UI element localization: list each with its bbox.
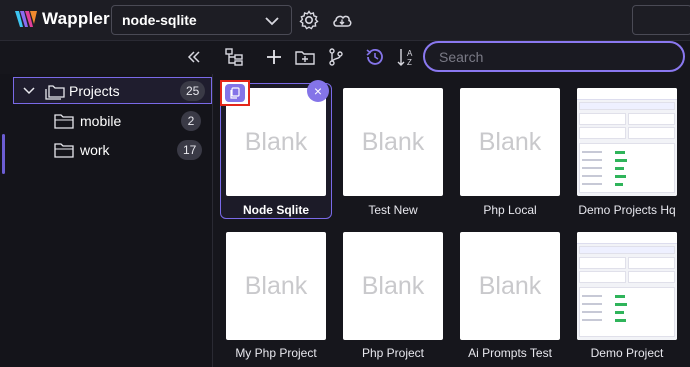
app-logo: Wappler [14,8,110,30]
tree-view-icon[interactable] [223,46,245,68]
search-input[interactable] [439,49,669,65]
preview-row [582,295,602,297]
folder-icon [54,114,74,129]
tree-item-label: Projects [69,83,120,99]
search-box[interactable] [423,41,685,72]
dashboard-preview [577,88,677,196]
project-thumbnail: Blank [460,88,560,196]
sort-az-icon[interactable]: A Z [396,46,418,68]
project-card[interactable]: Blank Php Project [343,232,455,364]
project-thumbnail [577,232,677,340]
preview-header [577,232,677,244]
preview-progress [615,175,626,178]
blank-thumbnail-label: Blank [478,127,542,156]
preview-row [582,319,602,321]
preview-progress [615,295,625,298]
preview-banner [579,246,675,254]
project-name: Demo Projects Hq [578,203,676,217]
preview-progress [615,303,627,306]
duplicate-project-button[interactable] [220,80,250,106]
preview-row [582,311,602,313]
copy-icon [225,84,245,102]
preview-banner [579,102,675,110]
preview-stat-card [628,271,675,283]
preview-stat-card [628,113,675,125]
project-card[interactable]: Blank Ai Prompts Test [460,232,572,364]
chevron-down-icon[interactable] [22,84,36,98]
project-card[interactable]: Blank Php Local [460,88,572,220]
tree-item-label: work [80,142,110,158]
history-icon[interactable] [364,46,386,68]
preview-stat-card [579,113,626,125]
svg-text:A: A [407,49,413,58]
preview-row [582,159,602,161]
tree-item-label: mobile [80,113,122,129]
folders-icon [45,85,65,100]
preview-progress [615,311,624,314]
resize-handle[interactable] [2,134,5,174]
preview-row [582,175,602,177]
preview-row [582,167,602,169]
blank-thumbnail-label: Blank [244,271,308,300]
preview-stat-card [628,127,675,139]
preview-progress [615,151,625,154]
app-name: Wappler [42,9,110,28]
project-count-badge: 17 [177,140,203,160]
preview-progress [615,319,626,322]
folder-icon [54,143,74,158]
collapse-icon[interactable] [183,46,205,68]
top-bar: Wappler node-sqlite [0,0,690,40]
preview-progress [615,183,623,186]
project-card[interactable]: Blank Node Sqlite [226,88,338,220]
project-thumbnail: Blank [343,88,443,196]
project-card[interactable]: Demo Projects Hq [577,88,689,220]
project-thumbnail: Blank [226,232,326,340]
blank-thumbnail-label: Blank [478,271,542,300]
svg-text:Z: Z [407,58,412,67]
project-card[interactable]: Blank My Php Project [226,232,338,364]
dashboard-preview [577,232,677,340]
project-card[interactable]: Blank Test New [343,88,455,220]
project-name: Demo Project [590,346,664,360]
project-select[interactable]: node-sqlite [111,5,292,35]
remove-project-button[interactable]: × [307,80,329,102]
project-select-value: node-sqlite [122,12,197,28]
blank-thumbnail-label: Blank [361,127,425,156]
project-thumbnail: Blank [343,232,443,340]
blank-thumbnail-label: Blank [244,127,308,156]
wappler-logo-icon [15,11,37,27]
gear-icon[interactable] [298,9,320,31]
tree-item-mobile[interactable]: mobile 2 [53,109,203,133]
preview-stat-card [579,271,626,283]
preview-row [582,151,602,153]
preview-row [582,183,602,185]
project-count-badge: 2 [181,111,201,131]
tree-item-projects[interactable]: Projects 25 [13,77,212,104]
preview-stat-card [579,257,626,269]
tree-item-work[interactable]: work 17 [53,138,203,162]
preview-stat-card [628,257,675,269]
account-button[interactable] [632,5,690,35]
preview-progress [615,167,624,170]
preview-header [577,88,677,100]
cloud-sync-icon[interactable] [331,9,353,31]
preview-row [582,303,602,305]
branch-icon[interactable] [325,46,347,68]
add-icon[interactable] [263,46,285,68]
project-card[interactable]: Demo Project [577,232,689,364]
project-thumbnail [577,88,677,196]
blank-thumbnail-label: Blank [361,271,425,300]
preview-stat-card [579,127,626,139]
project-count-badge: 25 [180,81,206,101]
chevron-down-icon [265,17,279,26]
preview-progress [615,159,627,162]
project-thumbnail: Blank [460,232,560,340]
add-folder-icon[interactable] [294,46,316,68]
